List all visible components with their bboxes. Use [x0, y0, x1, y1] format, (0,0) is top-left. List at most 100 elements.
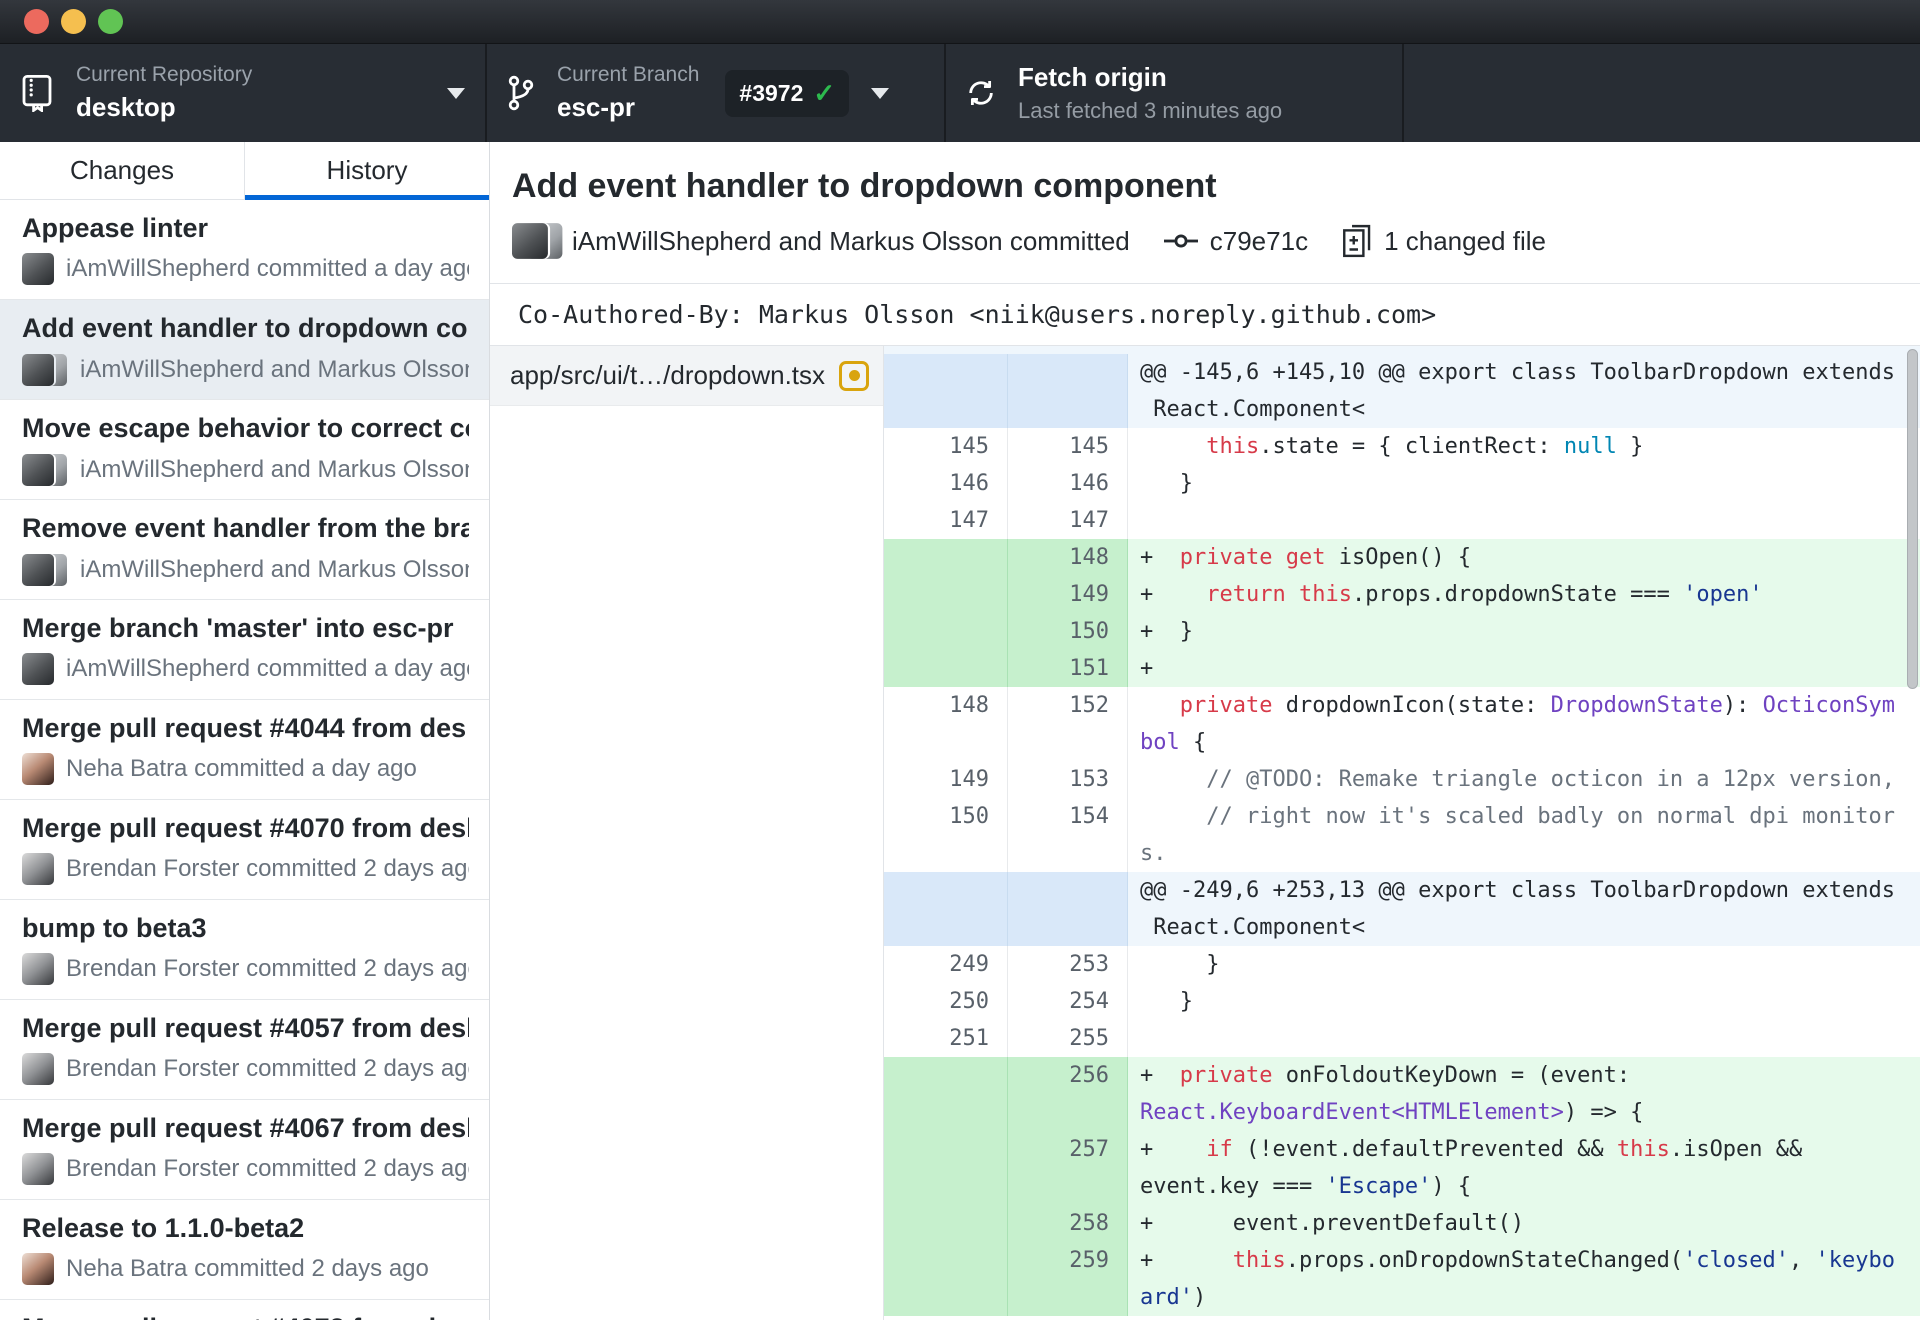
code-segment: s.: [1140, 841, 1167, 866]
commit-item-title: Add event handler to dropdown com…: [22, 313, 469, 343]
diff-gutter-new-line-number: 255: [1008, 1020, 1128, 1057]
code-segment: }: [1140, 989, 1193, 1014]
code-segment: + event.preventDefault(): [1140, 1211, 1525, 1236]
diff-gutter-new-line-number: 146: [1008, 465, 1128, 502]
code-segment: +: [1140, 656, 1154, 681]
diff-gutter-old-line-number: 148: [884, 687, 1008, 761]
commit-header: Add event handler to dropdown component …: [490, 142, 1920, 284]
pr-number-badge[interactable]: #3972 ✓: [725, 69, 850, 117]
diff-row: 256 + private onFoldoutKeyDown = (event: R…: [884, 1057, 1920, 1131]
diff-row: 257 + if (!event.defaultPrevented && this…: [884, 1131, 1920, 1205]
code-segment: ):: [1722, 693, 1763, 718]
avatar: [22, 1153, 54, 1185]
code-segment: +: [1140, 545, 1180, 570]
history-commit-item[interactable]: Add event handler to dropdown com… iAmWil…: [0, 300, 489, 400]
diff-gutter-old-line-number: 251: [884, 1020, 1008, 1057]
commit-item-byline-text: Brendan Forster committed 2 days ago: [66, 1155, 469, 1182]
commit-item-byline-text: iAmWillShepherd committed a day ago: [66, 655, 469, 682]
commit-item-title: Merge pull request #4057 from desk…: [22, 1013, 469, 1043]
code-segment: .props.onDropdownStateChanged(: [1285, 1248, 1684, 1273]
committer-avatars: [22, 453, 68, 487]
commit-meta: iAmWillShepherd and Markus Olsson commit…: [512, 223, 1920, 259]
history-commit-item[interactable]: Remove event handler from the bran… iAmWi…: [0, 500, 489, 600]
diff-code-line: ard'): [1140, 1279, 1920, 1316]
diff-gutter-new-line-number: 149: [1008, 576, 1128, 613]
commit-item-byline-text: iAmWillShepherd and Markus Olsson…: [80, 456, 469, 483]
history-commit-item[interactable]: Merge pull request #4067 from desk… Brend…: [0, 1100, 489, 1200]
diff-vertical-scrollbar[interactable]: [1907, 349, 1918, 689]
history-commit-item[interactable]: bump to beta3 Brendan Forster committed 2…: [0, 900, 489, 1000]
diff-code-line: @@ -145,6 +145,10 @@ export class Toolba…: [1140, 354, 1920, 391]
code-segment: 'Escape': [1325, 1174, 1432, 1199]
history-commit-item[interactable]: Merge pull request #4072 from des…Brenda…: [0, 1300, 489, 1320]
code-segment: OcticonSym: [1762, 693, 1896, 718]
diff-code: }: [1128, 983, 1920, 1020]
code-segment: +: [1140, 582, 1207, 607]
history-commit-item[interactable]: Merge pull request #4057 from desk… Brend…: [0, 1000, 489, 1100]
git-commit-icon: [1163, 231, 1198, 251]
diff-row: 147 147: [884, 502, 1920, 539]
diff-code-line: }: [1140, 983, 1920, 1020]
file-diff-icon: [1342, 224, 1372, 258]
diff-code-line: + }: [1140, 613, 1920, 650]
current-branch-button[interactable]: Current Branch esc-pr #3972 ✓: [487, 44, 946, 142]
commit-hash[interactable]: c79e71c: [1210, 226, 1308, 257]
fetch-origin-button[interactable]: Fetch origin Last fetched 3 minutes ago: [946, 44, 1404, 142]
history-commit-item[interactable]: Release to 1.1.0-beta2 Neha Batra committ…: [0, 1200, 489, 1300]
github-desktop-window: Current Repository desktop Current Branc…: [0, 0, 1920, 1320]
code-segment: null: [1563, 434, 1617, 459]
diff-gutter-old-line-number: 249: [884, 946, 1008, 983]
changed-files-count: 1 changed file: [1384, 225, 1546, 256]
code-segment: 'open': [1683, 582, 1763, 607]
commit-item-byline-text: Neha Batra committed a day ago: [66, 755, 417, 782]
pr-check-icon: ✓: [813, 77, 836, 108]
code-segment: // right now it's scaled badly on normal…: [1206, 804, 1895, 829]
code-segment: this: [1616, 1137, 1670, 1162]
history-commit-item[interactable]: Merge pull request #4044 from des… Neha B…: [0, 700, 489, 800]
fetch-texts: Fetch origin Last fetched 3 minutes ago: [1018, 62, 1282, 124]
current-repository-button[interactable]: Current Repository desktop: [0, 44, 487, 142]
history-commit-item[interactable]: Move escape behavior to correct co… iAmWi…: [0, 400, 489, 500]
code-segment: 'keybo: [1815, 1248, 1896, 1273]
commit-item-byline: iAmWillShepherd and Markus Olsson…: [22, 353, 469, 387]
code-segment: private: [1179, 545, 1273, 570]
tab-changes[interactable]: Changes: [0, 142, 245, 199]
fetch-title: Fetch origin: [1018, 62, 1167, 92]
code-segment: .props.dropdownState ===: [1351, 582, 1684, 607]
history-commit-item[interactable]: Merge pull request #4070 from desk… Brend…: [0, 800, 489, 900]
repository-texts: Current Repository desktop: [76, 63, 252, 123]
avatar: [512, 223, 548, 259]
minimize-window-button[interactable]: [61, 9, 86, 34]
commit-item-title: Merge pull request #4044 from des…: [22, 713, 469, 743]
close-window-button[interactable]: [24, 9, 49, 34]
diff-code: // @TODO: Remake triangle octicon in a 1…: [1128, 761, 1920, 798]
history-commit-item[interactable]: Appease linter iAmWillShepherd committed …: [0, 200, 489, 300]
commit-item-byline: Neha Batra committed 2 days ago: [22, 1253, 469, 1285]
sidebar-tabs: Changes History: [0, 142, 489, 200]
history-commit-item[interactable]: Merge branch 'master' into esc-pr iAmWill…: [0, 600, 489, 700]
commit-item-byline: iAmWillShepherd and Markus Olsson…: [22, 453, 469, 487]
diff-gutter-new-line-number: 145: [1008, 428, 1128, 465]
code-segment: 'closed': [1683, 1248, 1790, 1273]
diff-code-line: + this.props.onDropdownStateChanged('clo…: [1140, 1242, 1920, 1279]
commit-title: Add event handler to dropdown component: [512, 167, 1217, 205]
zoom-window-button[interactable]: [98, 9, 123, 34]
code-segment: dropdownIcon(state:: [1272, 693, 1551, 718]
avatar: [22, 1053, 54, 1085]
commit-item-byline-text: iAmWillShepherd and Markus Olsson…: [80, 356, 469, 383]
diff-gutter-new-line-number: [1008, 354, 1128, 428]
code-segment: React.Component<: [1140, 915, 1366, 940]
commit-history-list: Appease linter iAmWillShepherd committed …: [0, 200, 489, 1320]
avatar: [22, 853, 54, 885]
diff-gutter-old-line-number: 150: [884, 798, 1008, 872]
commit-item-title: Merge pull request #4070 from desk…: [22, 813, 469, 843]
diff-code: + this.props.onDropdownStateChanged('clo…: [1128, 1242, 1920, 1316]
diff-code: + }: [1128, 613, 1920, 650]
changed-file-item[interactable]: app/src/ui/t…/dropdown.tsx: [490, 346, 883, 406]
diff-code: }: [1128, 465, 1920, 502]
diff-code: + private onFoldoutKeyDown = (event: Reac…: [1128, 1057, 1920, 1131]
caret-down-icon: [447, 87, 465, 99]
tab-history[interactable]: History: [245, 142, 489, 200]
repository-name: desktop: [76, 92, 176, 122]
